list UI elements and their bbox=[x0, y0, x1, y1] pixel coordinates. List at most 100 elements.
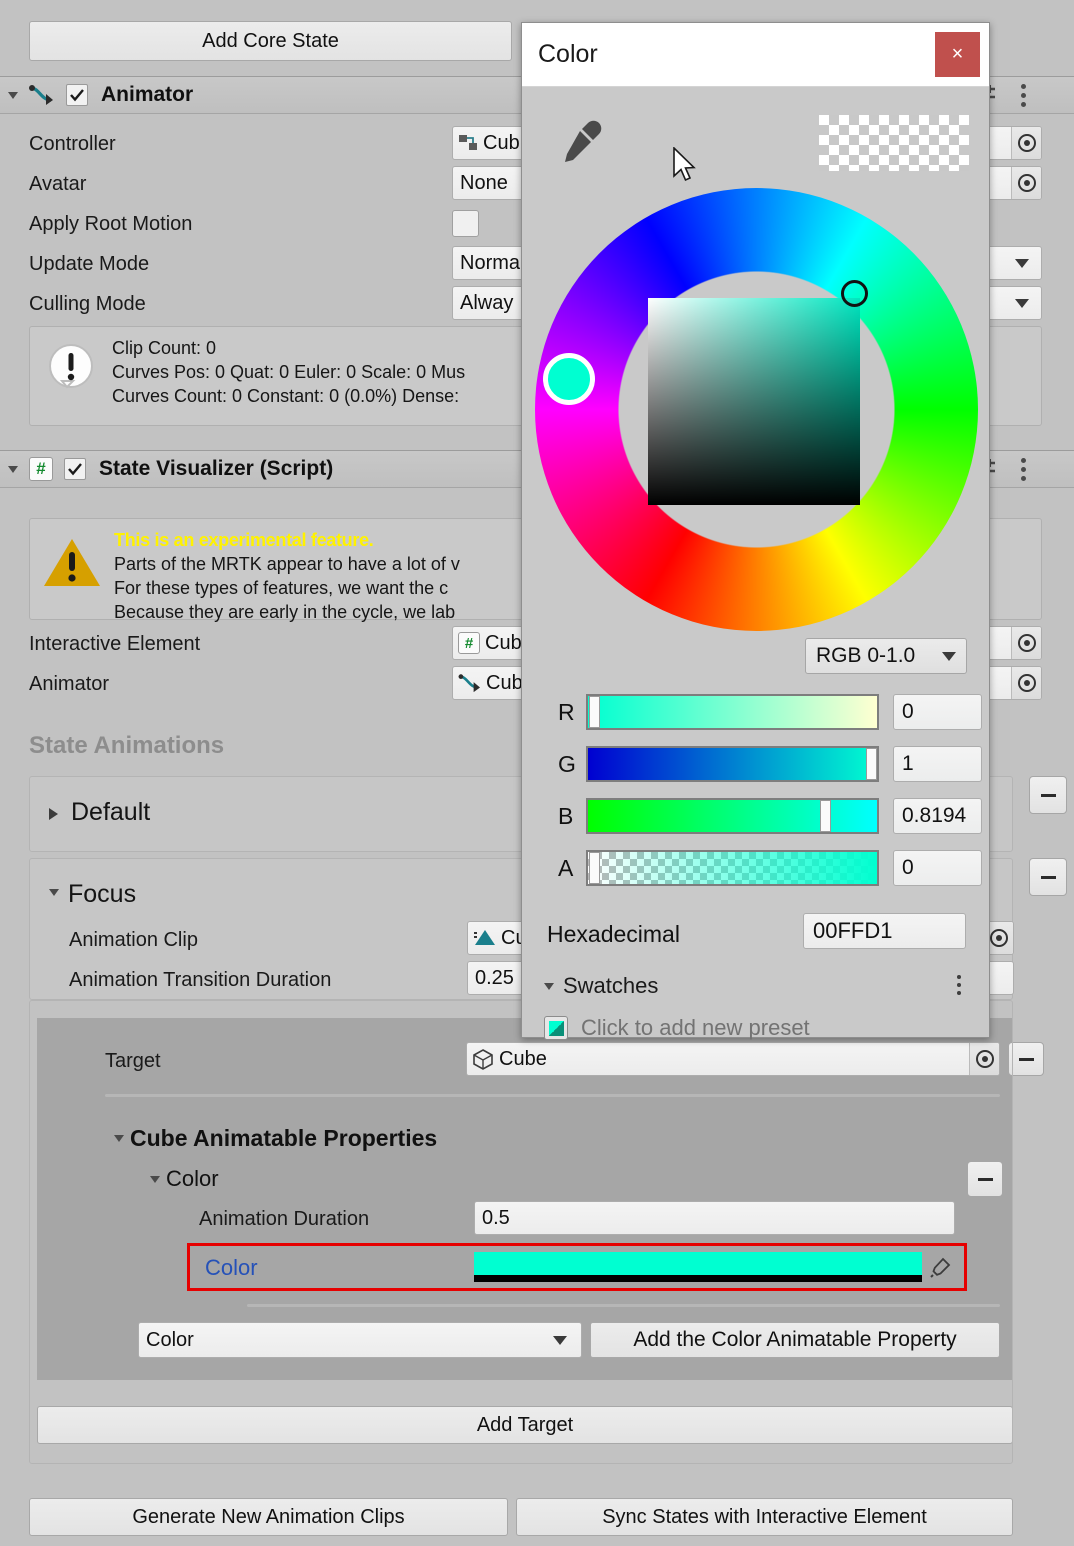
color-dialog-title: Color bbox=[538, 40, 598, 68]
script-icon: # bbox=[29, 457, 53, 481]
object-picker-icon[interactable] bbox=[1011, 627, 1041, 659]
curves-count-text: Curves Count: 0 Constant: 0 (0.0%) Dense… bbox=[112, 386, 460, 406]
color-picker-dialog: Color × RGB 0-1.0 R 0 G 1 B 0.8194 A 0 H… bbox=[521, 22, 990, 1041]
chevron-down-icon[interactable] bbox=[553, 1335, 567, 1345]
color-mode-dropdown[interactable]: RGB 0-1.0 bbox=[805, 638, 967, 674]
channel-value-a: 0 bbox=[902, 856, 914, 879]
chevron-down-icon[interactable] bbox=[942, 651, 956, 661]
animator-enabled-checkbox[interactable] bbox=[66, 84, 88, 106]
channel-input-b[interactable]: 0.8194 bbox=[893, 798, 982, 834]
target-block: Target Cube Cube Animatable Properties C… bbox=[37, 1018, 1044, 1380]
channel-label-r: R bbox=[558, 698, 575, 725]
channel-slider-b[interactable] bbox=[586, 798, 879, 834]
target-field[interactable]: Cube bbox=[466, 1042, 1000, 1076]
eyedropper-icon[interactable] bbox=[560, 119, 604, 167]
state-default-label: Default bbox=[71, 798, 151, 826]
unity-inspector-window: Add Core State Animator Controller Cub A… bbox=[0, 0, 1074, 1546]
chevron-down-icon[interactable] bbox=[1015, 258, 1029, 268]
color-swatch-field[interactable] bbox=[474, 1252, 922, 1282]
channel-slider-a[interactable] bbox=[586, 850, 879, 886]
swatches-label: Swatches bbox=[563, 973, 659, 998]
channel-input-a[interactable]: 0 bbox=[893, 850, 982, 886]
channel-slider-g[interactable] bbox=[586, 746, 879, 782]
animator-ref-value: Cub bbox=[486, 671, 523, 694]
swatches-more-options-icon[interactable] bbox=[957, 975, 961, 995]
add-color-animatable-property-button[interactable]: Add the Color Animatable Property bbox=[590, 1322, 1000, 1358]
channel-input-r[interactable]: 0 bbox=[893, 694, 982, 730]
chevron-down-icon[interactable] bbox=[1015, 298, 1029, 308]
add-core-state-button[interactable]: Add Core State bbox=[29, 21, 512, 61]
slider-handle[interactable] bbox=[589, 696, 600, 728]
add-target-button[interactable]: Add Target bbox=[37, 1406, 1013, 1444]
channel-label-g: G bbox=[558, 750, 576, 777]
generate-new-animation-clips-button[interactable]: Generate New Animation Clips bbox=[29, 1498, 508, 1536]
row-label: Animator bbox=[29, 673, 110, 695]
channel-value-g: 1 bbox=[902, 752, 914, 775]
eyedropper-icon[interactable] bbox=[928, 1256, 952, 1285]
slider-handle[interactable] bbox=[866, 748, 877, 780]
more-options-icon[interactable] bbox=[1021, 83, 1026, 107]
object-picker-icon[interactable] bbox=[1011, 167, 1041, 199]
hexadecimal-value: 00FFD1 bbox=[813, 918, 893, 943]
color-dialog-titlebar: Color × bbox=[522, 23, 989, 87]
animator-icon bbox=[29, 84, 55, 106]
state-visualizer-enabled-checkbox[interactable] bbox=[64, 458, 86, 480]
object-picker-icon[interactable] bbox=[1011, 667, 1041, 699]
add-preset-row[interactable]: Click to add new preset bbox=[544, 1015, 810, 1041]
apply-root-motion-checkbox[interactable] bbox=[452, 210, 479, 237]
chevron-down-icon[interactable] bbox=[544, 982, 554, 990]
animation-duration-input[interactable]: 0.5 bbox=[474, 1201, 955, 1235]
add-target-label: Add Target bbox=[476, 1413, 574, 1436]
channel-input-g[interactable]: 1 bbox=[893, 746, 982, 782]
property-type-dropdown[interactable]: Color bbox=[138, 1322, 582, 1358]
chevron-right-icon[interactable] bbox=[49, 808, 58, 820]
color-wheel[interactable] bbox=[535, 188, 978, 631]
color-property-highlight: Color bbox=[187, 1243, 967, 1291]
script-icon: # bbox=[458, 632, 480, 654]
sv-selector-knob[interactable] bbox=[841, 280, 868, 307]
sync-states-button[interactable]: Sync States with Interactive Element bbox=[516, 1498, 1013, 1536]
close-label: × bbox=[951, 43, 964, 65]
object-picker-icon[interactable] bbox=[1011, 127, 1041, 159]
hue-selector-knob[interactable] bbox=[543, 353, 595, 405]
slider-handle[interactable] bbox=[820, 800, 831, 832]
animation-duration-value: 0.5 bbox=[482, 1206, 510, 1229]
channel-value-r: 0 bbox=[902, 700, 914, 723]
hexadecimal-label: Hexadecimal bbox=[547, 921, 680, 947]
channel-row-g: G 1 bbox=[558, 746, 982, 782]
add-core-state-label: Add Core State bbox=[202, 29, 339, 52]
chevron-down-icon[interactable] bbox=[8, 91, 18, 99]
color-group-label: Color bbox=[166, 1166, 219, 1191]
culling-mode-value: Alway bbox=[460, 291, 514, 314]
chevron-down-icon[interactable] bbox=[8, 465, 18, 473]
channel-slider-r[interactable] bbox=[586, 694, 879, 730]
generate-clips-label: Generate New Animation Clips bbox=[132, 1505, 405, 1528]
slider-handle[interactable] bbox=[589, 852, 600, 884]
target-label: Target bbox=[105, 1050, 161, 1072]
curves-pos-text: Curves Pos: 0 Quat: 0 Euler: 0 Scale: 0 … bbox=[112, 362, 466, 382]
preset-swatch-icon[interactable] bbox=[544, 1016, 568, 1040]
animator-icon bbox=[458, 674, 480, 693]
animator-title: Animator bbox=[101, 83, 194, 106]
row-label: Culling Mode bbox=[29, 293, 146, 315]
chevron-down-icon[interactable] bbox=[49, 889, 59, 896]
remove-target-button[interactable] bbox=[1008, 1042, 1044, 1076]
more-options-icon[interactable] bbox=[1021, 457, 1026, 481]
channel-value-b: 0.8194 bbox=[902, 804, 967, 827]
saturation-value-square[interactable] bbox=[648, 298, 860, 505]
row-label: Interactive Element bbox=[29, 633, 201, 655]
chevron-down-icon[interactable] bbox=[150, 1176, 160, 1183]
remove-default-state-button[interactable] bbox=[1029, 776, 1067, 814]
target-value: Cube bbox=[499, 1047, 547, 1070]
transition-duration-label: Animation Transition Duration bbox=[69, 969, 332, 991]
transition-duration-value: 0.25 bbox=[475, 966, 514, 989]
controller-value: Cub bbox=[483, 131, 520, 154]
remove-focus-state-button[interactable] bbox=[1029, 858, 1067, 896]
hexadecimal-input[interactable]: 00FFD1 bbox=[803, 913, 966, 949]
clip-count-text: Clip Count: 0 bbox=[112, 338, 217, 358]
object-picker-icon[interactable] bbox=[969, 1043, 999, 1075]
close-icon[interactable]: × bbox=[935, 32, 980, 77]
remove-color-property-button[interactable] bbox=[967, 1161, 1003, 1197]
chevron-down-icon[interactable] bbox=[114, 1135, 124, 1142]
swatches-foldout[interactable]: Swatches bbox=[544, 973, 658, 999]
